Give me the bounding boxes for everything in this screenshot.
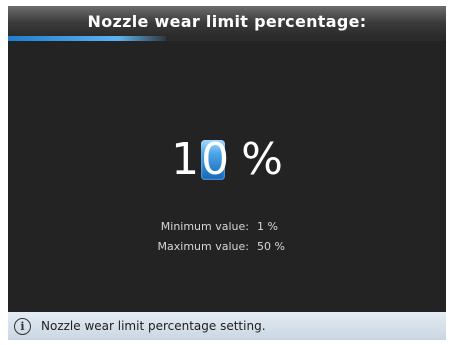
title-bar: Nozzle wear limit percentage: — [8, 6, 446, 36]
digit-tens[interactable]: 1 — [171, 138, 199, 182]
digit-ones-selected[interactable]: 0 — [201, 138, 229, 182]
progress-fill — [8, 36, 166, 41]
max-label: Maximum value: — [157, 239, 249, 253]
min-limit-row: Minimum value: 1 % — [8, 216, 446, 236]
value-editor[interactable]: 1 0 % — [8, 130, 446, 190]
value-digits[interactable]: 1 0 — [171, 138, 229, 182]
page-title: Nozzle wear limit percentage: — [87, 11, 367, 31]
info-icon: i — [14, 317, 31, 335]
min-label: Minimum value: — [160, 219, 249, 233]
value-unit: % — [241, 134, 283, 185]
limits-panel: Minimum value: 1 % Maximum value: 50 % — [8, 216, 446, 256]
max-value: 50 % — [257, 239, 285, 253]
progress-track — [8, 36, 446, 41]
status-bar: i Nozzle wear limit percentage setting. — [8, 312, 446, 340]
min-value: 1 % — [257, 219, 278, 233]
nozzle-wear-screen: Nozzle wear limit percentage: 1 0 % Mini… — [8, 6, 446, 340]
max-limit-row: Maximum value: 50 % — [8, 236, 446, 256]
status-text: Nozzle wear limit percentage setting. — [41, 319, 266, 333]
